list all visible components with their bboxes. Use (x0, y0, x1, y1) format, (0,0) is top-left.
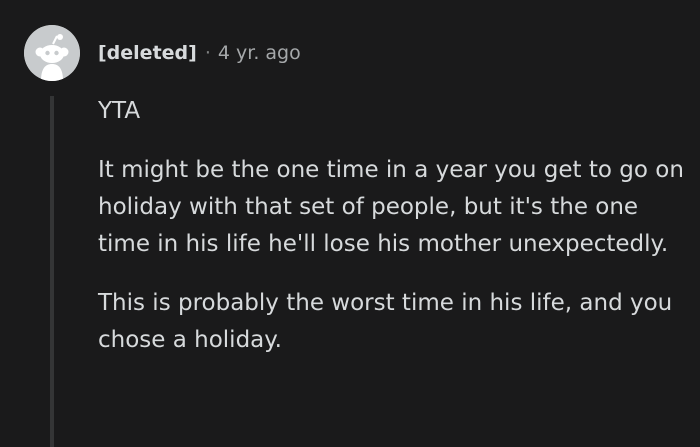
comment-paragraph: It might be the one time in a year you g… (98, 157, 684, 257)
meta-separator: · (204, 42, 211, 64)
comment-paragraph: This is probably the worst time in his l… (98, 290, 673, 353)
comment-author[interactable]: [deleted] (98, 42, 197, 64)
user-avatar[interactable] (24, 25, 80, 81)
snoo-avatar-icon (24, 25, 80, 81)
comment-header: [deleted] · 4 yr. ago (98, 38, 301, 68)
comment-timestamp[interactable]: 4 yr. ago (218, 42, 301, 64)
comment-body: YTA It might be the one time in a year y… (98, 93, 688, 381)
thread-collapse-line[interactable] (50, 96, 54, 447)
comment: [deleted] · 4 yr. ago YTA It might be th… (0, 0, 700, 447)
comment-paragraph: YTA (98, 98, 141, 124)
